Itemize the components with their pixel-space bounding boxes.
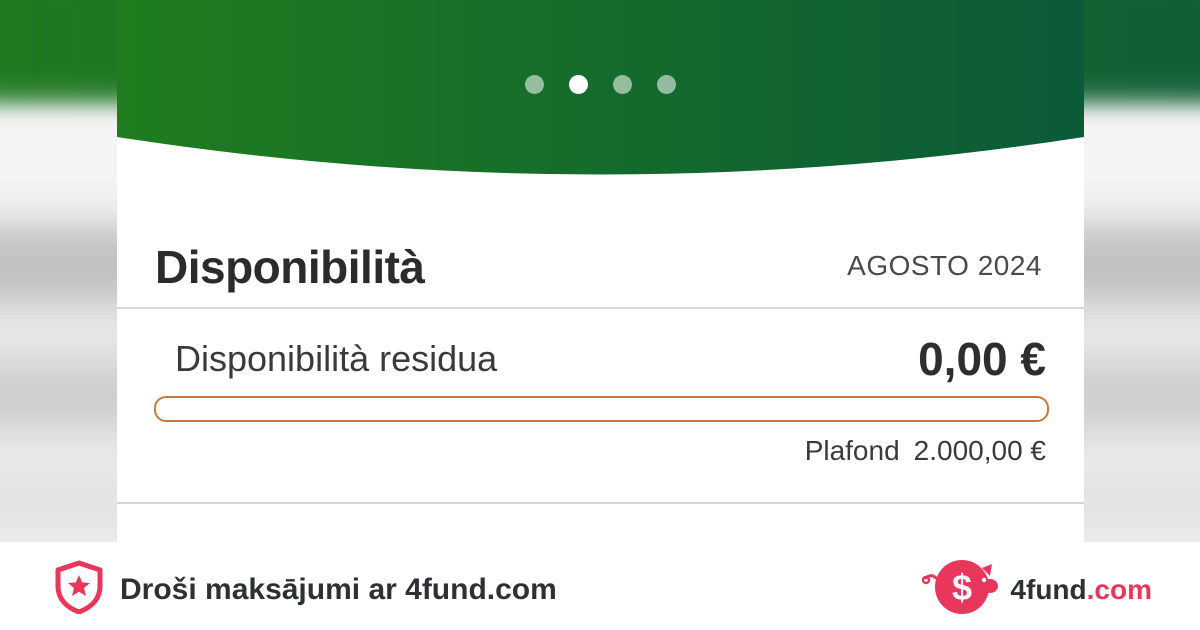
secure-payments-badge: Droši maksājumi ar 4fund.com [52, 560, 557, 619]
divider [117, 502, 1084, 504]
usage-progress-bar [154, 396, 1049, 422]
shield-star-icon [52, 560, 106, 619]
piggy-bank-dollar-icon: $ [922, 556, 1004, 623]
brand-logo[interactable]: $ 4fund.com [922, 556, 1152, 623]
residual-label: Disponibilità residua [175, 338, 498, 379]
section-title: Disponibilità [155, 241, 425, 293]
divider [117, 307, 1084, 309]
carousel-dot-1[interactable] [525, 75, 544, 94]
svg-text:$: $ [952, 567, 972, 608]
plafond-label: Plafond [804, 435, 900, 466]
plafond-row: Plafond 2.000,00 € [805, 435, 1046, 467]
hero-banner[interactable] [117, 0, 1084, 175]
carousel-dot-2[interactable] [569, 75, 588, 94]
period-label: AGOSTO 2024 [847, 250, 1042, 281]
carousel-dot-4[interactable] [657, 75, 676, 94]
brand-name: 4fund.com [1010, 573, 1152, 605]
plafond-amount: 2.000,00 € [913, 435, 1046, 466]
carousel-dot-3[interactable] [613, 75, 632, 94]
residual-amount: 0,00 € [918, 333, 1046, 385]
secure-payments-text: Droši maksājumi ar 4fund.com [120, 572, 557, 606]
footer-banner: Droši maksājumi ar 4fund.com $ 4fund.com [0, 542, 1200, 630]
app-screen: Disponibilità AGOSTO 2024 Disponibilità … [117, 0, 1084, 542]
carousel-dots[interactable] [117, 75, 1084, 95]
